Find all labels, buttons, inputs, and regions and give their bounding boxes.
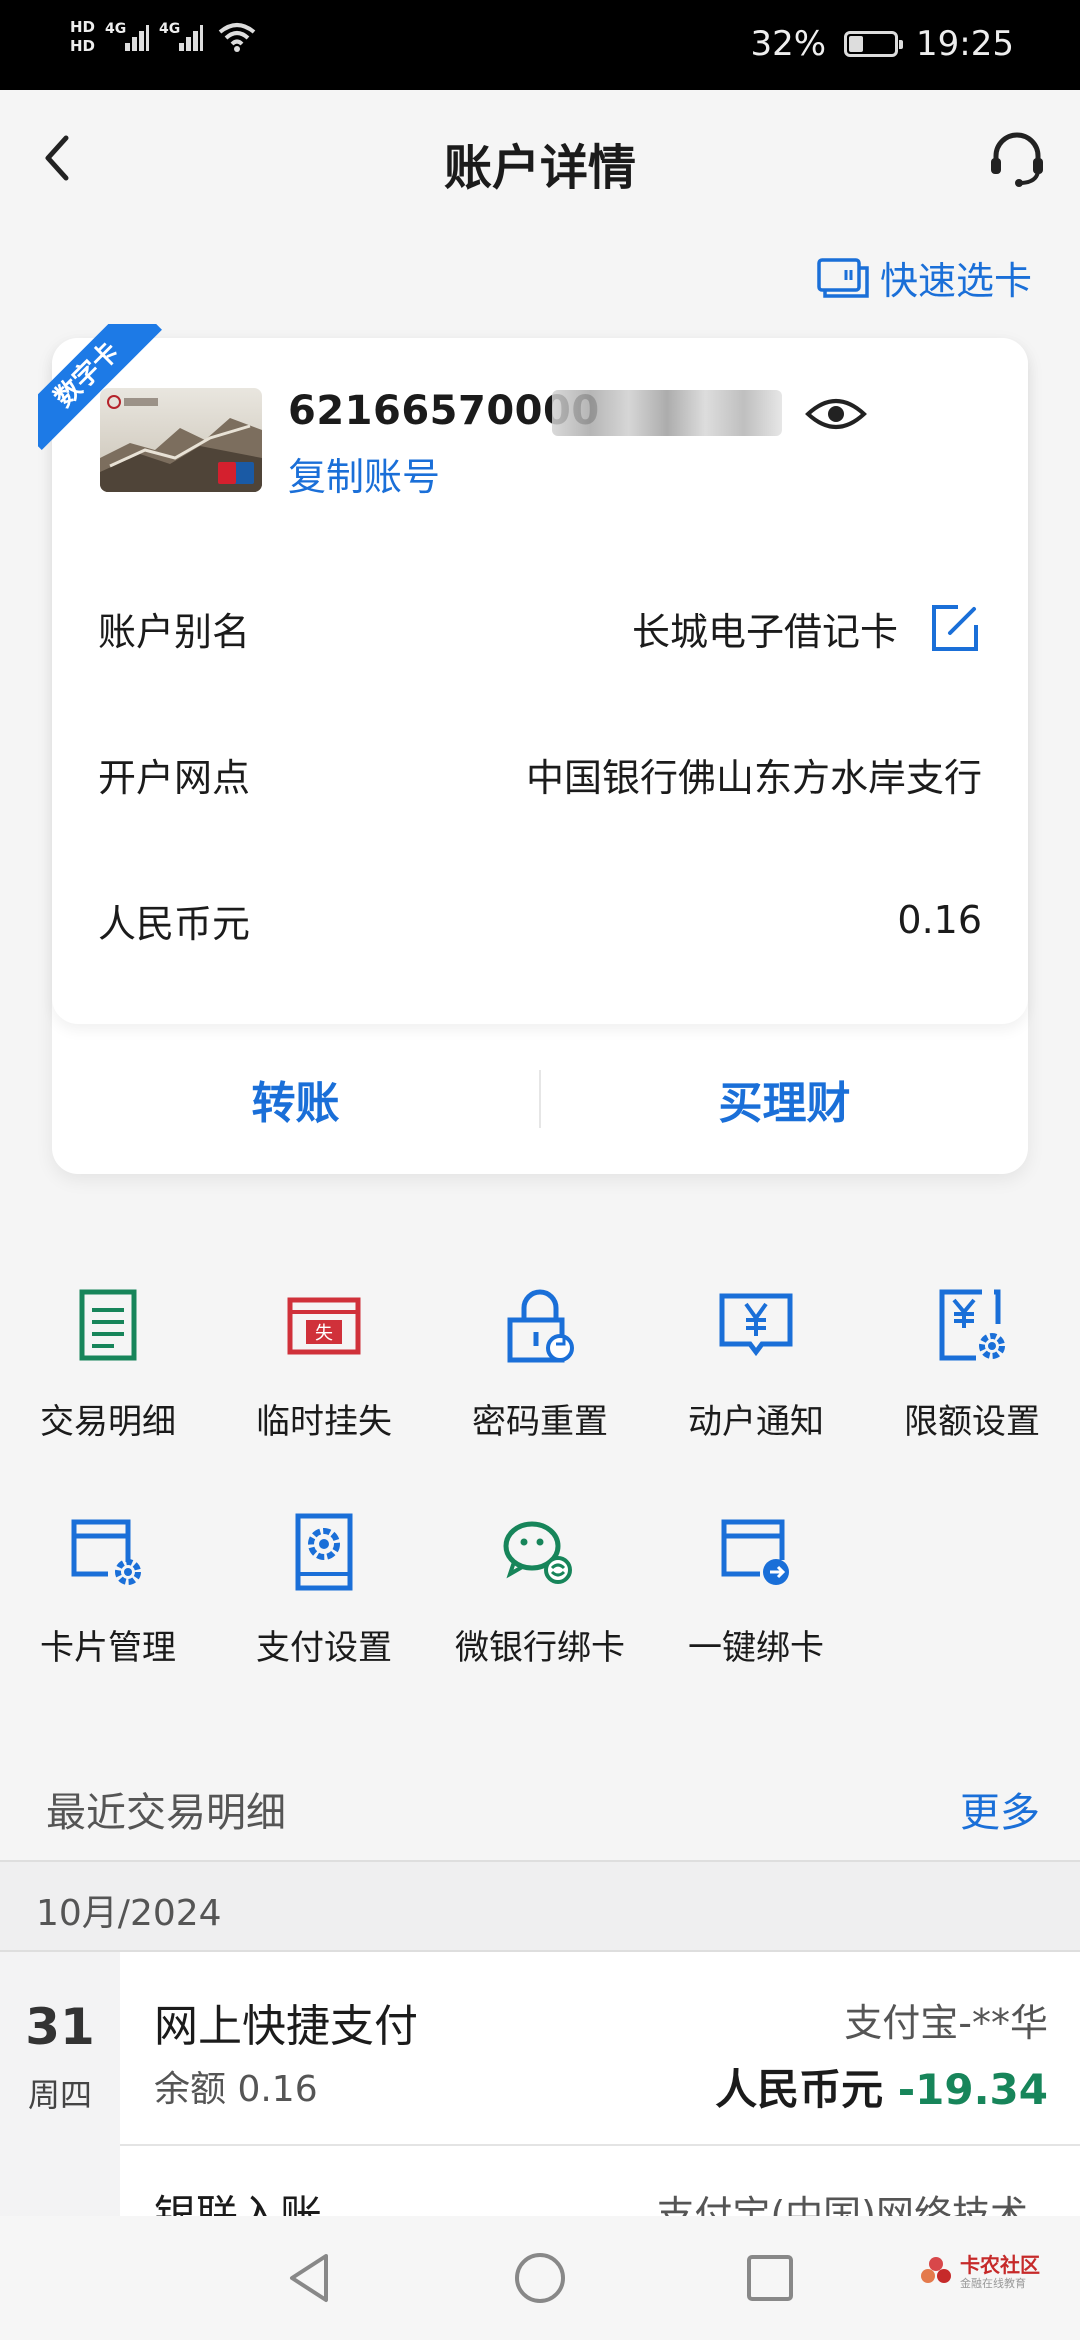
payment-settings-icon [295, 1513, 353, 1591]
transaction-counterparty: 支付宝-**华 [844, 2001, 1048, 2045]
transaction-counterparty: 支付宝(中国)网络技术 [656, 2193, 1028, 2216]
ledger-icon [79, 1289, 137, 1361]
quick-select-card-button[interactable]: 快速选卡 [816, 250, 1032, 305]
signal-icon-2: 4G [159, 19, 204, 55]
func-label: 限额设置 [904, 1402, 1040, 1442]
month-label: 10月/2024 [36, 1893, 222, 1934]
func-label: 一键绑卡 [688, 1628, 824, 1668]
battery-icon [844, 31, 904, 57]
card-actions: 转账 买理财 [52, 1024, 1028, 1174]
quick-select-label: 快速选卡 [879, 259, 1032, 303]
hd-badge-1: HD [70, 18, 96, 36]
headset-icon[interactable] [984, 126, 1050, 192]
masked-account-digits [552, 390, 782, 436]
transaction-name: 银联入账 [154, 2191, 323, 2216]
back-triangle-icon[interactable] [280, 2248, 340, 2308]
func-label: 动户通知 [688, 1402, 824, 1442]
report-loss-icon: 失 [287, 1297, 361, 1355]
lock-reset-icon [507, 1289, 574, 1363]
app-header: 账户详情 [0, 90, 1080, 230]
card-settings-icon [71, 1519, 141, 1585]
transaction-day: 31 [25, 1998, 95, 2056]
func-payment-settings[interactable]: 支付设置 [216, 1512, 432, 1669]
func-transaction-details[interactable]: 交易明细 [0, 1286, 216, 1443]
account-card-body: 数字卡 62166570000 复制账号 账户别名 长城电子借记卡 开户网点 中… [38, 324, 1028, 1024]
recent-transactions-title: 最近交易明细 [46, 1790, 286, 1836]
func-limit-settings[interactable]: 限额设置 [864, 1286, 1080, 1443]
transaction-amount: 人民币元 -19.34 [715, 2056, 1048, 2117]
func-label: 支付设置 [256, 1628, 392, 1668]
hd-badge-2: HD [70, 37, 96, 55]
page-title: 账户详情 [443, 140, 636, 196]
row-value: 长城电子借记卡 [631, 609, 898, 654]
transaction-amount-value: -19.34 [897, 2065, 1048, 2114]
row-label: 账户别名 [98, 609, 251, 654]
func-report-loss[interactable]: 失 临时挂失 [216, 1286, 432, 1443]
watermark-title: 卡农社区 [960, 2253, 1040, 2277]
func-label: 密码重置 [472, 1402, 608, 1442]
row-value: 中国银行佛山东方水岸支行 [525, 755, 982, 800]
yuan-notice-icon [719, 1293, 793, 1357]
signal-icon-1: 4G [105, 19, 150, 55]
func-label: 微银行绑卡 [455, 1628, 625, 1668]
func-one-click-bind[interactable]: 一键绑卡 [648, 1512, 864, 1669]
balance-value: 0.16 [897, 898, 982, 942]
card-link-icon [721, 1519, 789, 1585]
func-account-notice[interactable]: 动户通知 [648, 1286, 864, 1443]
row-balance: 人民币元 0.16 [98, 880, 982, 960]
transaction-list: 31 周四 网上快捷支付 余额 0.16 支付宝-**华 人民币元 -19.34… [0, 1952, 1080, 2216]
card-select-icon [817, 257, 869, 298]
clock: 19:25 [916, 24, 1014, 64]
func-label: 交易明细 [40, 1402, 176, 1442]
transaction-name: 网上快捷支付 [154, 2001, 418, 2052]
watermark-logo: 卡农社区 金融在线教育 [918, 2254, 1040, 2290]
row-account-alias: 账户别名 长城电子借记卡 [98, 588, 982, 668]
date-column: 31 周四 [0, 1952, 120, 2216]
system-nav-bar: 卡农社区 金融在线教育 [0, 2216, 1080, 2340]
recents-square-icon[interactable] [740, 2248, 800, 2308]
row-label: 人民币元 [98, 901, 251, 946]
transaction-currency: 人民币元 [715, 2065, 884, 2114]
month-header: 10月/2024 [0, 1860, 1080, 1952]
func-card-management[interactable]: 卡片管理 [0, 1512, 216, 1669]
edit-icon[interactable] [928, 601, 982, 655]
divider [120, 2144, 1080, 2146]
more-link[interactable]: 更多 [960, 1780, 1040, 1838]
signal-indicators: HD HD 4G 4G [70, 18, 257, 56]
eye-icon[interactable] [804, 394, 868, 434]
home-circle-icon[interactable] [510, 2248, 570, 2308]
flower-logo-icon [921, 2257, 951, 2283]
row-label: 开户网点 [98, 755, 251, 800]
status-bar: HD HD 4G 4G 32% 19:25 [0, 0, 1080, 90]
transaction-balance: 余额 0.16 [154, 2069, 318, 2110]
func-wechat-bind[interactable]: 微银行绑卡 [432, 1512, 648, 1669]
row-branch: 开户网点 中国银行佛山东方水岸支行 [98, 734, 982, 814]
transfer-button[interactable]: 转账 [52, 1067, 539, 1131]
account-card: 数字卡 62166570000 复制账号 账户别名 长城电子借记卡 开户网点 中… [38, 324, 1028, 1174]
wechat-icon [503, 1521, 572, 1584]
func-label: 临时挂失 [256, 1402, 392, 1442]
battery-percent: 32% [750, 24, 827, 64]
transaction-weekday: 周四 [27, 2076, 92, 2114]
yuan-settings-icon [939, 1289, 1005, 1361]
func-password-reset[interactable]: 密码重置 [432, 1286, 648, 1443]
copy-account-link[interactable]: 复制账号 [288, 446, 440, 501]
buy-wealth-button[interactable]: 买理财 [541, 1067, 1028, 1131]
watermark-subtitle: 金融在线教育 [960, 2277, 1026, 2290]
func-label: 卡片管理 [40, 1628, 176, 1668]
bank-card-image [100, 388, 262, 492]
svg-text:失: 失 [315, 1323, 333, 1344]
wifi-icon [218, 23, 256, 52]
